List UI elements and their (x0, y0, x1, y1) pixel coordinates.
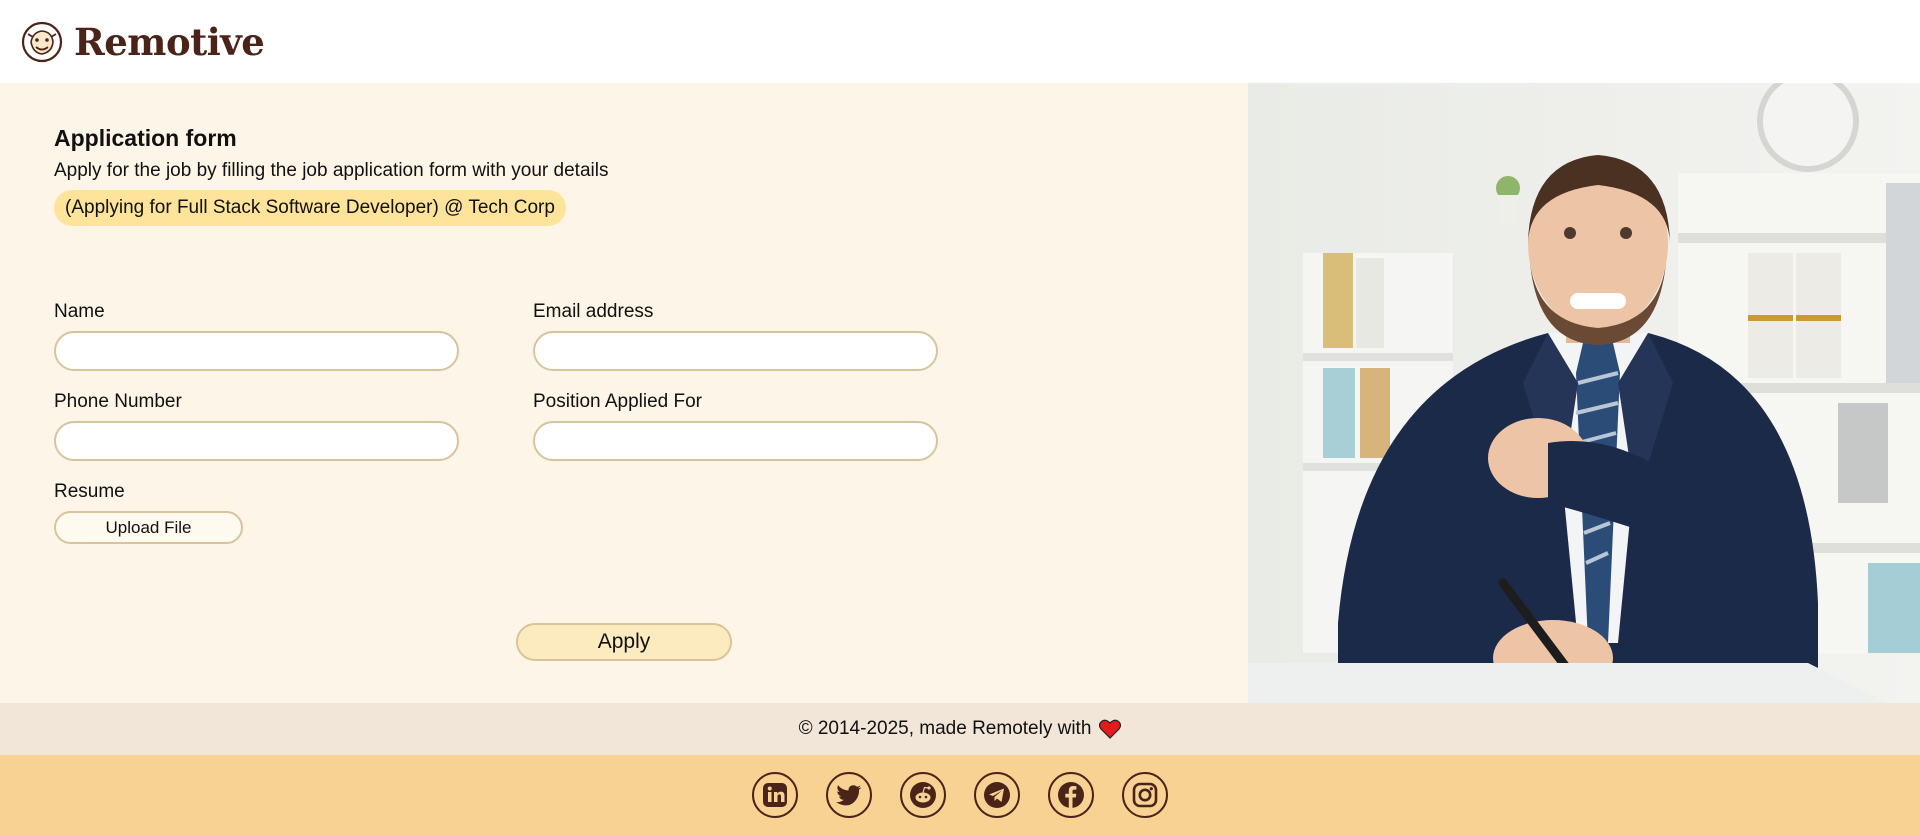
phone-input[interactable] (54, 421, 459, 461)
twitter-link[interactable] (826, 772, 872, 818)
facebook-link[interactable] (1048, 772, 1094, 818)
resume-label: Resume (54, 481, 125, 502)
brand-name: Remotive (74, 19, 265, 64)
email-field-group: Email address (533, 301, 938, 371)
reddit-link[interactable] (900, 772, 946, 818)
instagram-icon (1132, 782, 1158, 808)
position-input[interactable] (533, 421, 938, 461)
facebook-icon (1058, 782, 1084, 808)
linkedin-icon (763, 783, 787, 807)
heart-icon (1099, 719, 1122, 739)
copyright-bar: © 2014-2025, made Remotely with (0, 703, 1920, 755)
remotive-logo-icon (21, 21, 63, 62)
application-form: Application form Apply for the job by fi… (0, 83, 1248, 703)
logo[interactable]: Remotive (20, 19, 265, 64)
name-field-group: Name (54, 301, 459, 371)
instagram-link[interactable] (1122, 772, 1168, 818)
telegram-icon (984, 782, 1010, 808)
twitter-icon (836, 785, 862, 806)
copyright-text: © 2014-2025, made Remotely with (798, 718, 1092, 739)
email-input[interactable] (533, 331, 938, 371)
linkedin-link[interactable] (752, 772, 798, 818)
position-label: Position Applied For (533, 391, 702, 412)
position-field-group: Position Applied For (533, 391, 938, 461)
header: Remotive (0, 0, 1920, 83)
name-label: Name (54, 301, 105, 322)
main-content: Application form Apply for the job by fi… (0, 83, 1920, 703)
upload-file-button[interactable]: Upload File (54, 511, 243, 544)
form-title: Application form (54, 125, 237, 151)
phone-field-group: Phone Number (54, 391, 459, 461)
phone-label: Phone Number (54, 391, 182, 412)
form-subtitle: Apply for the job by filling the job app… (54, 160, 609, 181)
job-tag: (Applying for Full Stack Software Develo… (54, 190, 566, 226)
resume-field-group: Resume Upload File (54, 481, 459, 544)
businessman-photo-illustration (1248, 83, 1920, 703)
reddit-icon (910, 782, 936, 808)
email-label: Email address (533, 301, 654, 322)
name-input[interactable] (54, 331, 459, 371)
telegram-link[interactable] (974, 772, 1020, 818)
apply-button[interactable]: Apply (516, 623, 732, 661)
hero-photo (1248, 83, 1920, 703)
social-links (0, 755, 1920, 835)
